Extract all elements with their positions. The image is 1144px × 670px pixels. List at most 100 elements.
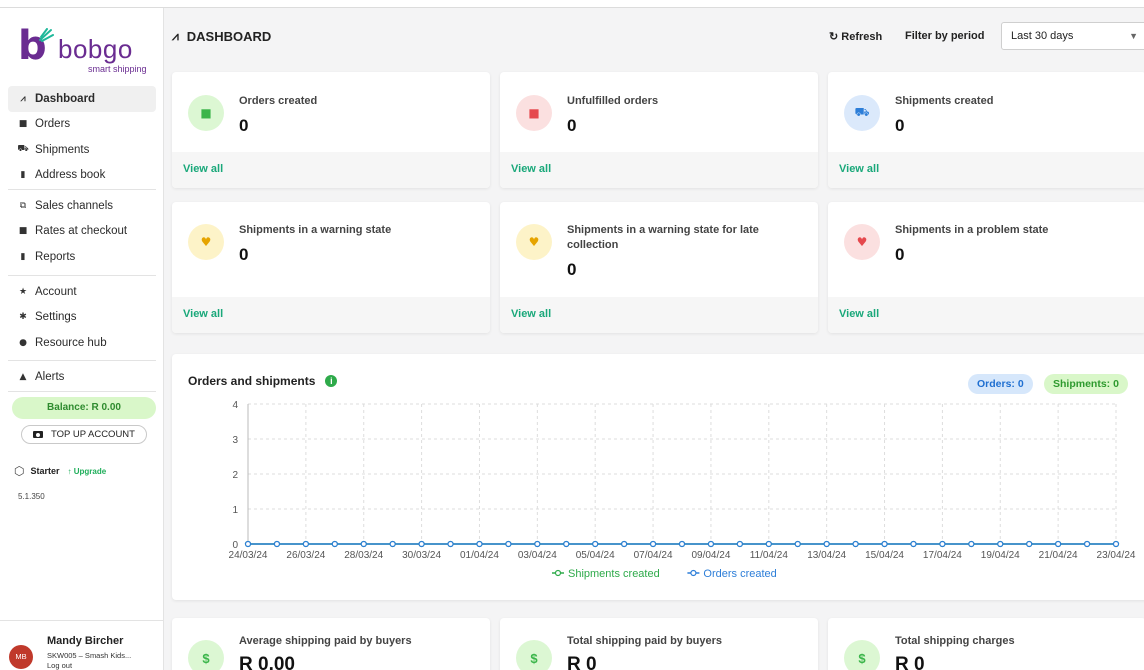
report-icon: ▮ — [20, 251, 26, 262]
top-border — [0, 0, 1144, 8]
legend-marker — [554, 569, 562, 577]
card-footer: View all — [500, 297, 818, 333]
view-all-link[interactable]: View all — [511, 308, 551, 320]
avatar: MB — [9, 645, 33, 669]
sidebar-item-label: Rates at checkout — [35, 225, 128, 238]
card-orders-created: ■ Orders created 0 View all — [172, 72, 490, 188]
sidebar-item-sales-channels[interactable]: ⧉ Sales channels — [8, 193, 156, 219]
sidebar-item-label: Address book — [35, 169, 106, 182]
card-title: Shipments in a problem state — [895, 224, 1049, 236]
shopping-bag-icon: ■ — [18, 119, 28, 130]
shopping-bag-icon: ■ — [188, 95, 224, 131]
top-up-label: TOP UP ACCOUNT — [51, 429, 135, 440]
sidebar-item-label: Shipments — [35, 143, 90, 156]
page-title-text: DASHBOARD — [186, 29, 272, 44]
refresh-label: Refresh — [841, 31, 883, 43]
user-profile[interactable]: MB Mandy Bircher SKW005 – Smash Kids... … — [0, 620, 164, 670]
user-shop: SKW005 – Smash Kids... — [47, 651, 132, 660]
logo-spark-icon — [39, 28, 54, 42]
card-value: R 0.00 — [239, 654, 295, 670]
sidebar: b bobgo smart shipping ⩘ Dashboard ■ Ord… — [0, 8, 164, 670]
data-point-orders — [1055, 540, 1062, 548]
logout-link[interactable]: Log out — [47, 661, 72, 670]
camera-icon — [33, 431, 44, 438]
card-title: Total shipping paid by buyers — [567, 635, 723, 647]
top-up-button[interactable]: TOP UP ACCOUNT — [21, 425, 147, 444]
data-point-orders — [1112, 540, 1120, 548]
x-tick-label: 13/04/24 — [807, 550, 846, 561]
card-title: Unfulfilled orders — [567, 95, 659, 107]
shopping-bag-icon: ■ — [516, 95, 552, 131]
logo-tagline: smart shipping — [88, 64, 147, 74]
view-all-link[interactable]: View all — [511, 163, 551, 175]
nav-group-account: ★ Account ✱ Settings ● Resource hub — [8, 279, 156, 356]
sidebar-item-label: Resource hub — [35, 336, 107, 349]
data-point-orders — [678, 540, 686, 548]
card-footer: View all — [500, 152, 818, 188]
card-value: 0 — [895, 116, 905, 135]
data-point-orders — [418, 540, 425, 548]
card-title: Shipments created — [895, 95, 994, 107]
logo[interactable]: b bobgo smart shipping — [18, 24, 150, 76]
view-all-link[interactable]: View all — [183, 163, 223, 175]
data-point-orders — [302, 540, 309, 548]
card-unfulfilled-orders: ■ Unfulfilled orders 0 View all — [500, 72, 818, 188]
orders-shipments-chart-card: Orders and shipments i Orders: 0 Shipmen… — [172, 354, 1144, 600]
card-value: 0 — [567, 116, 577, 135]
sidebar-item-account[interactable]: ★ Account — [8, 279, 156, 305]
card-footer: View all — [172, 297, 490, 333]
sidebar-item-orders[interactable]: ■ Orders — [8, 112, 156, 138]
data-point-orders — [852, 540, 859, 548]
x-tick-label: 21/04/24 — [1039, 550, 1078, 561]
sidebar-item-shipments[interactable]: ⛟ Shipments — [8, 137, 156, 163]
sidebar-item-alerts[interactable]: ▲ Alerts — [8, 364, 156, 390]
card-value: 0 — [567, 260, 577, 279]
data-point-orders — [881, 540, 888, 548]
sidebar-item-settings[interactable]: ✱ Settings — [8, 305, 156, 331]
data-point-orders — [968, 540, 975, 548]
sidebar-item-label: Account — [35, 285, 77, 298]
legend-marker — [690, 569, 697, 577]
view-all-link[interactable]: View all — [839, 308, 879, 320]
view-all-link[interactable]: View all — [839, 163, 879, 175]
x-tick-label: 05/04/24 — [576, 550, 615, 561]
data-point-orders — [1026, 540, 1033, 548]
data-point-orders — [621, 540, 628, 548]
sidebar-item-rates-at-checkout[interactable]: ■ Rates at checkout — [8, 219, 156, 245]
sidebar-item-dashboard[interactable]: ⩘ Dashboard — [8, 86, 156, 112]
data-point-orders — [823, 540, 830, 548]
y-tick-label: 2 — [232, 470, 238, 481]
sidebar-item-address-book[interactable]: ▮ Address book — [8, 163, 156, 189]
plan-name: Starter — [30, 466, 60, 476]
x-tick-label: 15/04/24 — [865, 550, 904, 561]
sidebar-item-label: Alerts — [35, 370, 65, 383]
chart-line-icon: ⩘ — [172, 29, 179, 43]
data-point-orders — [360, 540, 367, 548]
period-value: Last 30 days — [1011, 30, 1074, 42]
data-point-orders — [794, 540, 801, 548]
upgrade-link[interactable]: ↑ Upgrade — [68, 467, 107, 476]
hexagon-icon: ⬡ — [14, 464, 25, 478]
card-value: 0 — [895, 245, 905, 264]
sidebar-item-label: Settings — [35, 311, 77, 324]
sitemap-icon: ⧉ — [19, 200, 27, 211]
truck-icon: ⛟ — [17, 144, 29, 155]
view-all-link[interactable]: View all — [183, 308, 223, 320]
period-select[interactable]: Last 30 days ▼ — [1001, 22, 1144, 50]
heartbeat-icon: ♥ — [188, 224, 224, 260]
card-average-shipping-paid: $ Average shipping paid by buyers R 0.00 — [172, 618, 490, 670]
sidebar-item-resource-hub[interactable]: ● Resource hub — [8, 330, 156, 356]
y-tick-label: 4 — [232, 400, 238, 411]
sidebar-item-reports[interactable]: ▮ Reports — [8, 244, 156, 270]
card-shipments-problem: ♥ Shipments in a problem state 0 View al… — [828, 202, 1144, 333]
data-point-orders — [1083, 540, 1091, 548]
nav-group-alerts: ▲ Alerts — [8, 364, 156, 390]
x-tick-label: 01/04/24 — [460, 550, 499, 561]
sidebar-divider — [8, 275, 156, 276]
refresh-button[interactable]: ↻ Refresh — [829, 30, 882, 43]
data-point-orders — [476, 540, 483, 548]
data-point-orders — [736, 540, 743, 548]
truck-icon: ⛟ — [844, 95, 880, 131]
nav-group-sales: ⧉ Sales channels ■ Rates at checkout ▮ R… — [8, 193, 156, 270]
address-book-icon: ▮ — [20, 170, 26, 181]
